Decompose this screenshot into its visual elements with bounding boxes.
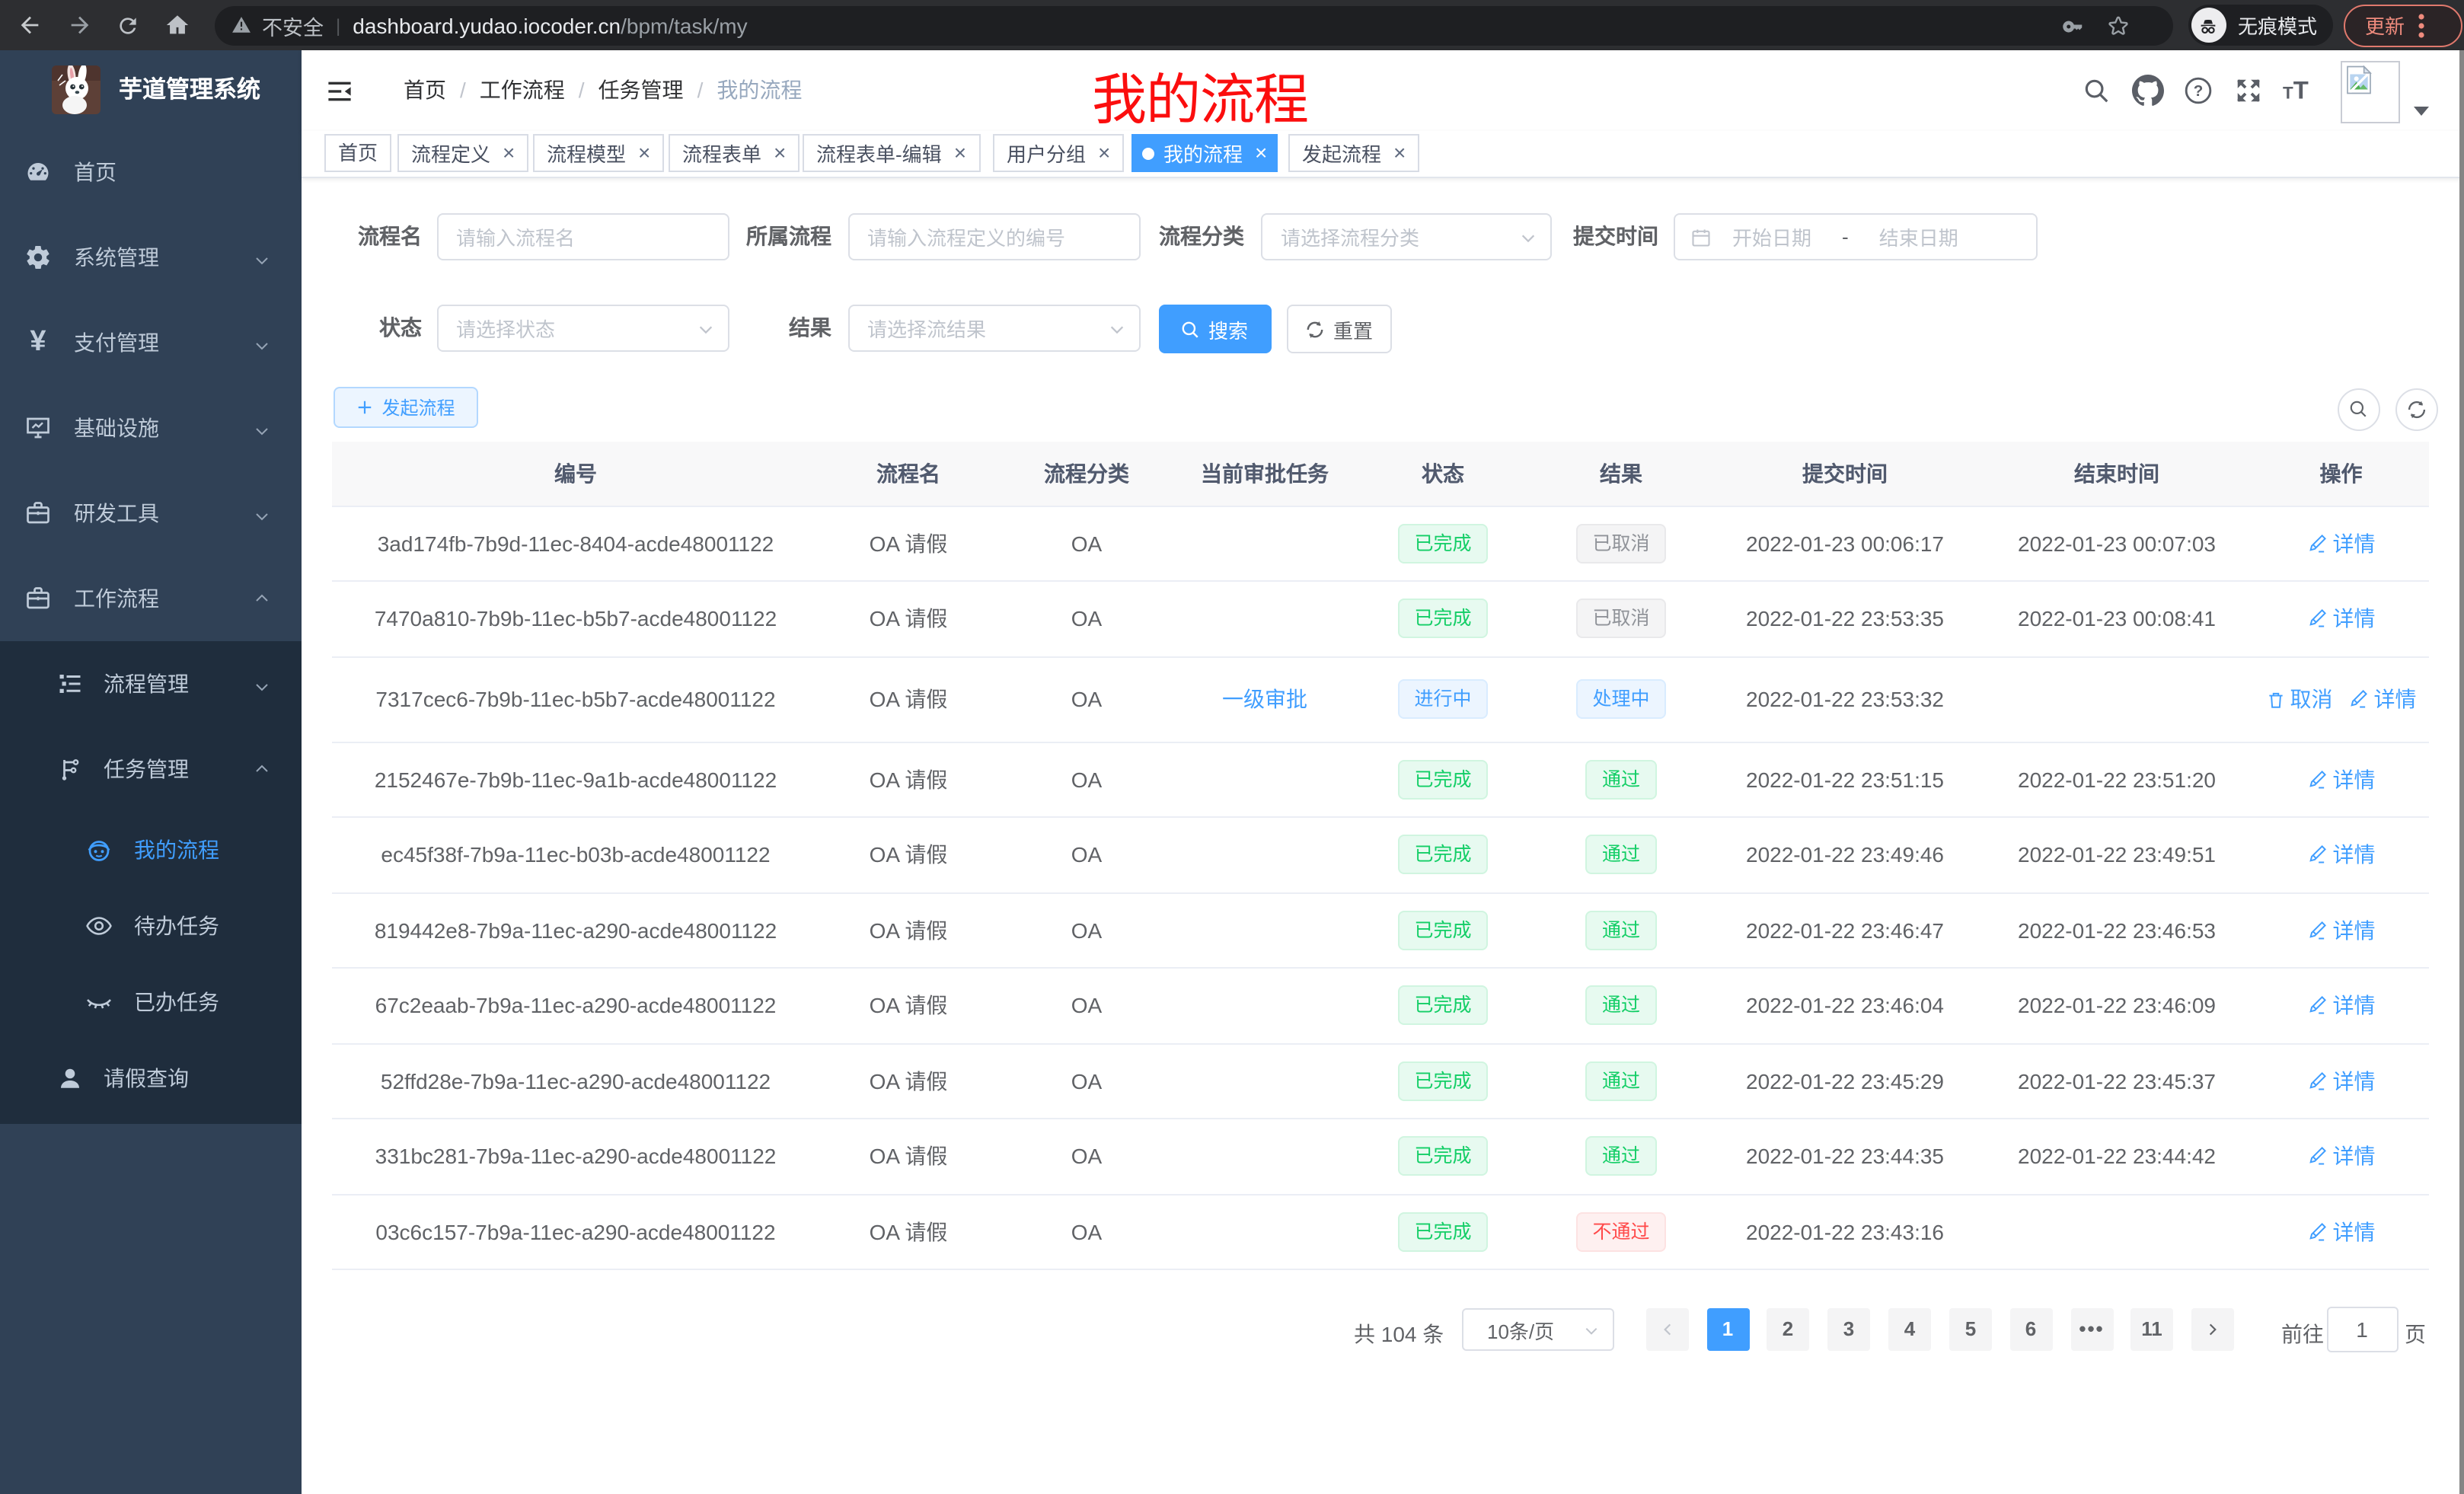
svg-text:T: T: [2282, 83, 2293, 102]
svg-text:T: T: [2293, 76, 2308, 104]
svg-text:?: ?: [2193, 82, 2203, 100]
